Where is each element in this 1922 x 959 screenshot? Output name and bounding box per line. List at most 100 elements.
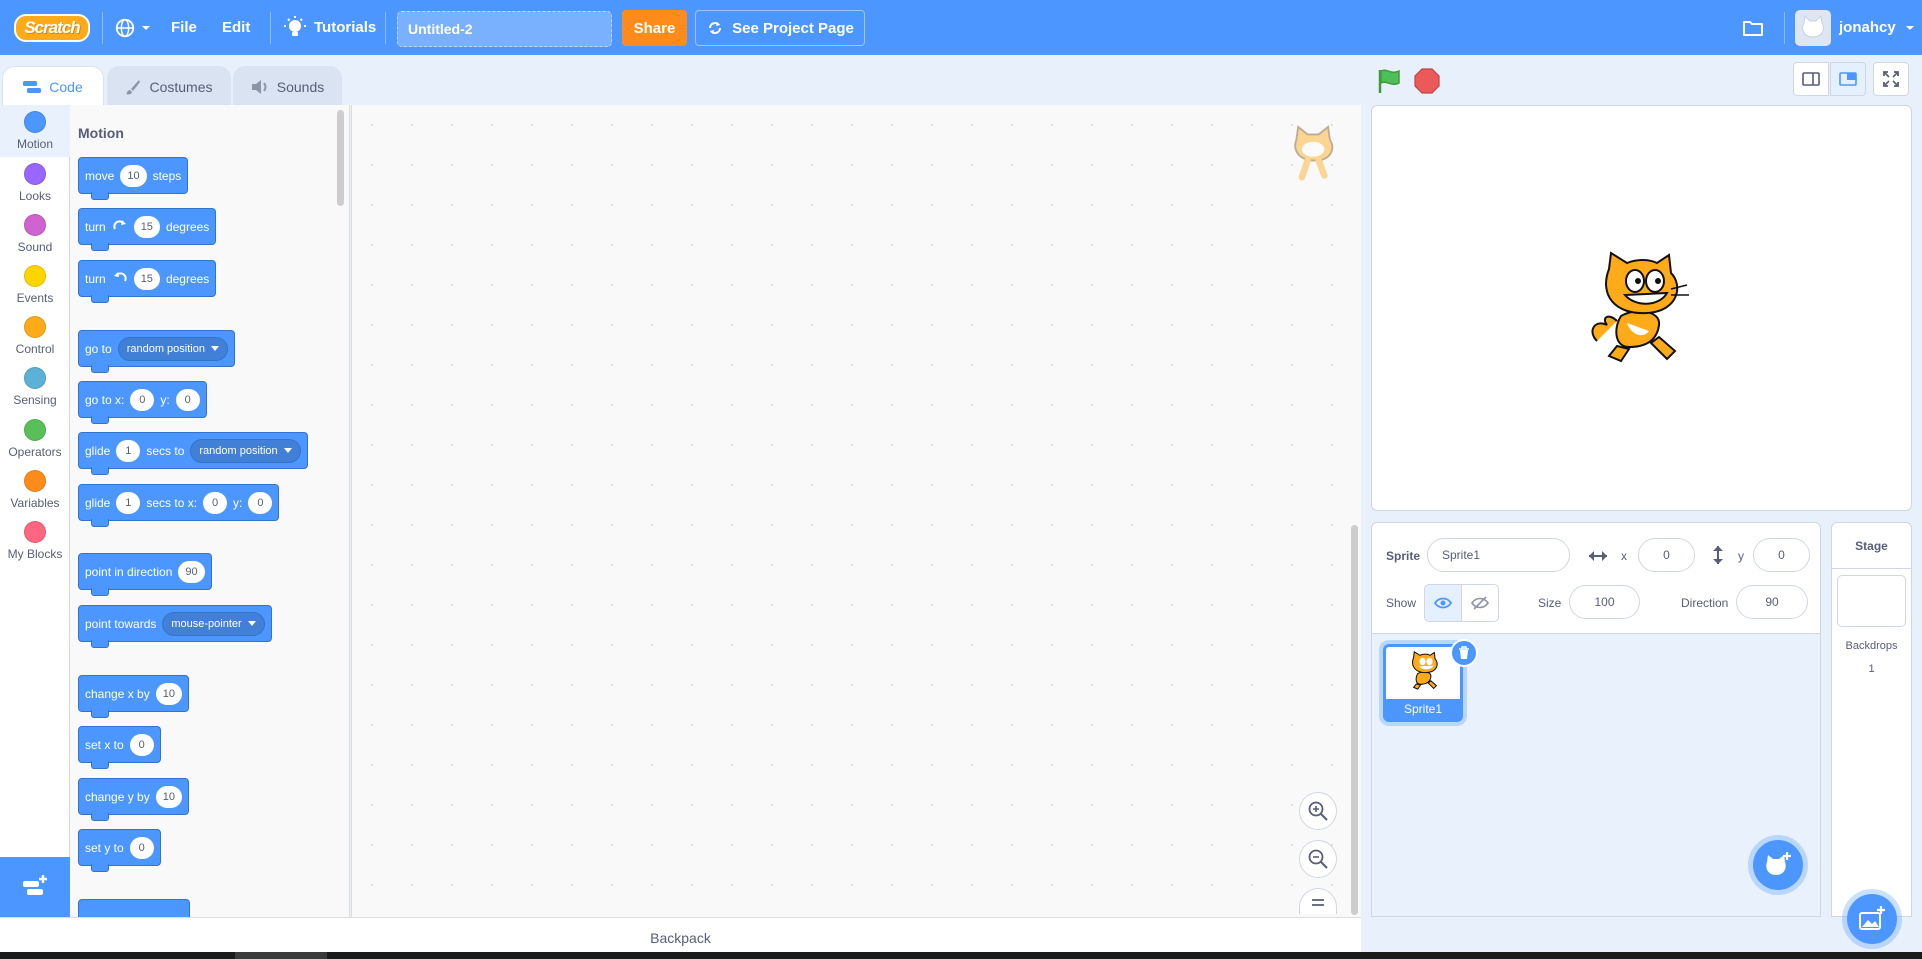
block-turn-right[interactable]: turn 15 degrees	[78, 208, 217, 251]
normal-stage-button[interactable]	[1830, 62, 1866, 96]
script-workspace[interactable]	[351, 105, 1361, 917]
zoom-reset-button[interactable]	[1299, 888, 1337, 914]
code-icon	[23, 80, 42, 93]
x-input[interactable]: 0	[1638, 538, 1695, 572]
zoom-out-button[interactable]	[1299, 840, 1337, 878]
edit-menu[interactable]: Edit	[222, 0, 250, 55]
caret-down-icon	[283, 447, 292, 453]
caret-down-icon	[1905, 25, 1914, 30]
zoom-out-icon	[1308, 849, 1328, 869]
block-move-steps[interactable]: move 10 steps	[78, 157, 189, 200]
steps-input[interactable]: 10	[120, 164, 147, 187]
tutorials-button[interactable]: Tutorials	[284, 0, 376, 55]
category-label: Sensing	[13, 393, 57, 407]
glide-target-dropdown[interactable]: random position	[190, 438, 301, 463]
block-text: point towards	[85, 616, 157, 631]
globe-icon	[115, 18, 135, 37]
direction-input[interactable]: 90	[1736, 585, 1808, 619]
set-x-input[interactable]: 0	[129, 733, 154, 756]
block-glide-to-xy[interactable]: glide 1 secs to x: 0 y: 0	[78, 484, 280, 527]
block-text: move	[85, 168, 115, 183]
degrees-input[interactable]: 15	[133, 267, 160, 290]
change-y-input[interactable]: 10	[155, 785, 182, 808]
tab-code[interactable]: Code	[2, 66, 104, 106]
category-variables[interactable]: Variables	[0, 464, 70, 516]
category-label: Variables	[10, 496, 60, 510]
y-input[interactable]: 0	[1753, 538, 1810, 572]
direction-input[interactable]: 90	[178, 560, 205, 583]
block-change-x[interactable]: change x by 10	[78, 675, 189, 718]
change-x-input[interactable]: 10	[155, 682, 182, 705]
workspace-scrollbar[interactable]	[1351, 525, 1358, 915]
backdrop-thumbnail[interactable]	[1837, 575, 1906, 627]
block-partially-visible[interactable]	[78, 899, 190, 917]
show-label: Show	[1386, 596, 1417, 610]
block-set-y[interactable]: set y to 0	[78, 829, 161, 872]
point-towards-dropdown[interactable]: mouse-pointer	[162, 611, 265, 636]
file-menu[interactable]: File	[171, 0, 197, 55]
category-sound[interactable]: Sound	[0, 208, 70, 260]
tab-sounds[interactable]: Sounds	[233, 66, 342, 106]
divider	[1784, 12, 1785, 44]
category-operators[interactable]: Operators	[0, 413, 70, 465]
choose-backdrop-button[interactable]	[1847, 894, 1897, 944]
zoom-in-button[interactable]	[1299, 792, 1337, 830]
menu-bar: Scratch File Edit Tutorials Share See Pr…	[0, 0, 1922, 55]
x-input[interactable]: 0	[203, 491, 228, 514]
see-project-page-button[interactable]: See Project Page	[695, 10, 865, 46]
block-go-to-xy[interactable]: go to x: 0 y: 0	[78, 381, 207, 424]
category-label: Events	[16, 291, 54, 305]
looks-color-dot	[24, 163, 46, 185]
small-stage-button[interactable]	[1793, 62, 1829, 96]
category-sensing[interactable]: Sensing	[0, 361, 70, 413]
secs-input[interactable]: 1	[116, 439, 141, 462]
share-button[interactable]: Share	[622, 10, 687, 46]
project-title-input[interactable]	[397, 11, 612, 47]
delete-sprite-button[interactable]	[1450, 639, 1478, 667]
sprite-name-input[interactable]	[1427, 538, 1570, 572]
logo-text: Scratch	[24, 18, 80, 37]
category-events[interactable]: Events	[0, 259, 70, 311]
stage-canvas[interactable]	[1371, 105, 1912, 511]
show-visible-button[interactable]	[1424, 584, 1462, 622]
stage-selector[interactable]: Stage Backdrops 1	[1831, 522, 1912, 944]
account-menu[interactable]: jonahcy	[1795, 0, 1916, 55]
caret-down-icon	[247, 620, 256, 626]
choose-sprite-button[interactable]	[1753, 840, 1803, 890]
category-my-blocks[interactable]: My Blocks	[0, 515, 70, 567]
stop-sign-icon[interactable]	[1414, 68, 1440, 94]
block-set-x[interactable]: set x to 0	[78, 726, 161, 769]
category-control[interactable]: Control	[0, 310, 70, 362]
y-label: y	[1738, 549, 1744, 563]
goto-target-dropdown[interactable]: random position	[117, 336, 228, 361]
fullscreen-button[interactable]	[1873, 62, 1909, 96]
lightbulb-icon	[284, 15, 306, 36]
my-stuff-button[interactable]	[1742, 0, 1764, 55]
tab-costumes[interactable]: Costumes	[107, 66, 231, 106]
category-looks[interactable]: Looks	[0, 157, 70, 209]
show-hidden-button[interactable]	[1461, 584, 1499, 622]
block-go-to[interactable]: go to random position	[78, 330, 235, 373]
scratch-logo[interactable]: Scratch	[14, 14, 90, 42]
block-point-towards[interactable]: point towards mouse-pointer	[78, 605, 272, 648]
category-motion[interactable]: Motion	[0, 105, 70, 157]
x-input[interactable]: 0	[130, 388, 155, 411]
sprite-tile[interactable]: Sprite1	[1383, 639, 1478, 722]
language-menu[interactable]	[114, 0, 152, 55]
degrees-input[interactable]: 15	[133, 215, 160, 238]
size-input[interactable]: 100	[1569, 585, 1640, 619]
category-label: My Blocks	[7, 547, 63, 561]
secs-input[interactable]: 1	[116, 491, 141, 514]
y-input[interactable]: 0	[248, 491, 273, 514]
scratch-cat-sprite[interactable]	[1587, 251, 1697, 366]
y-input[interactable]: 0	[175, 388, 200, 411]
green-flag-icon[interactable]	[1375, 67, 1403, 95]
block-turn-left[interactable]: turn 15 degrees	[78, 260, 217, 303]
palette-scrollbar[interactable]	[337, 110, 344, 206]
block-glide-to[interactable]: glide 1 secs to random position	[78, 432, 308, 475]
block-point-in-direction[interactable]: point in direction 90	[78, 553, 212, 596]
set-y-input[interactable]: 0	[129, 836, 154, 859]
see-project-page-label: See Project Page	[732, 19, 854, 37]
add-extension-button[interactable]	[0, 857, 70, 917]
block-change-y[interactable]: change y by 10	[78, 778, 189, 821]
